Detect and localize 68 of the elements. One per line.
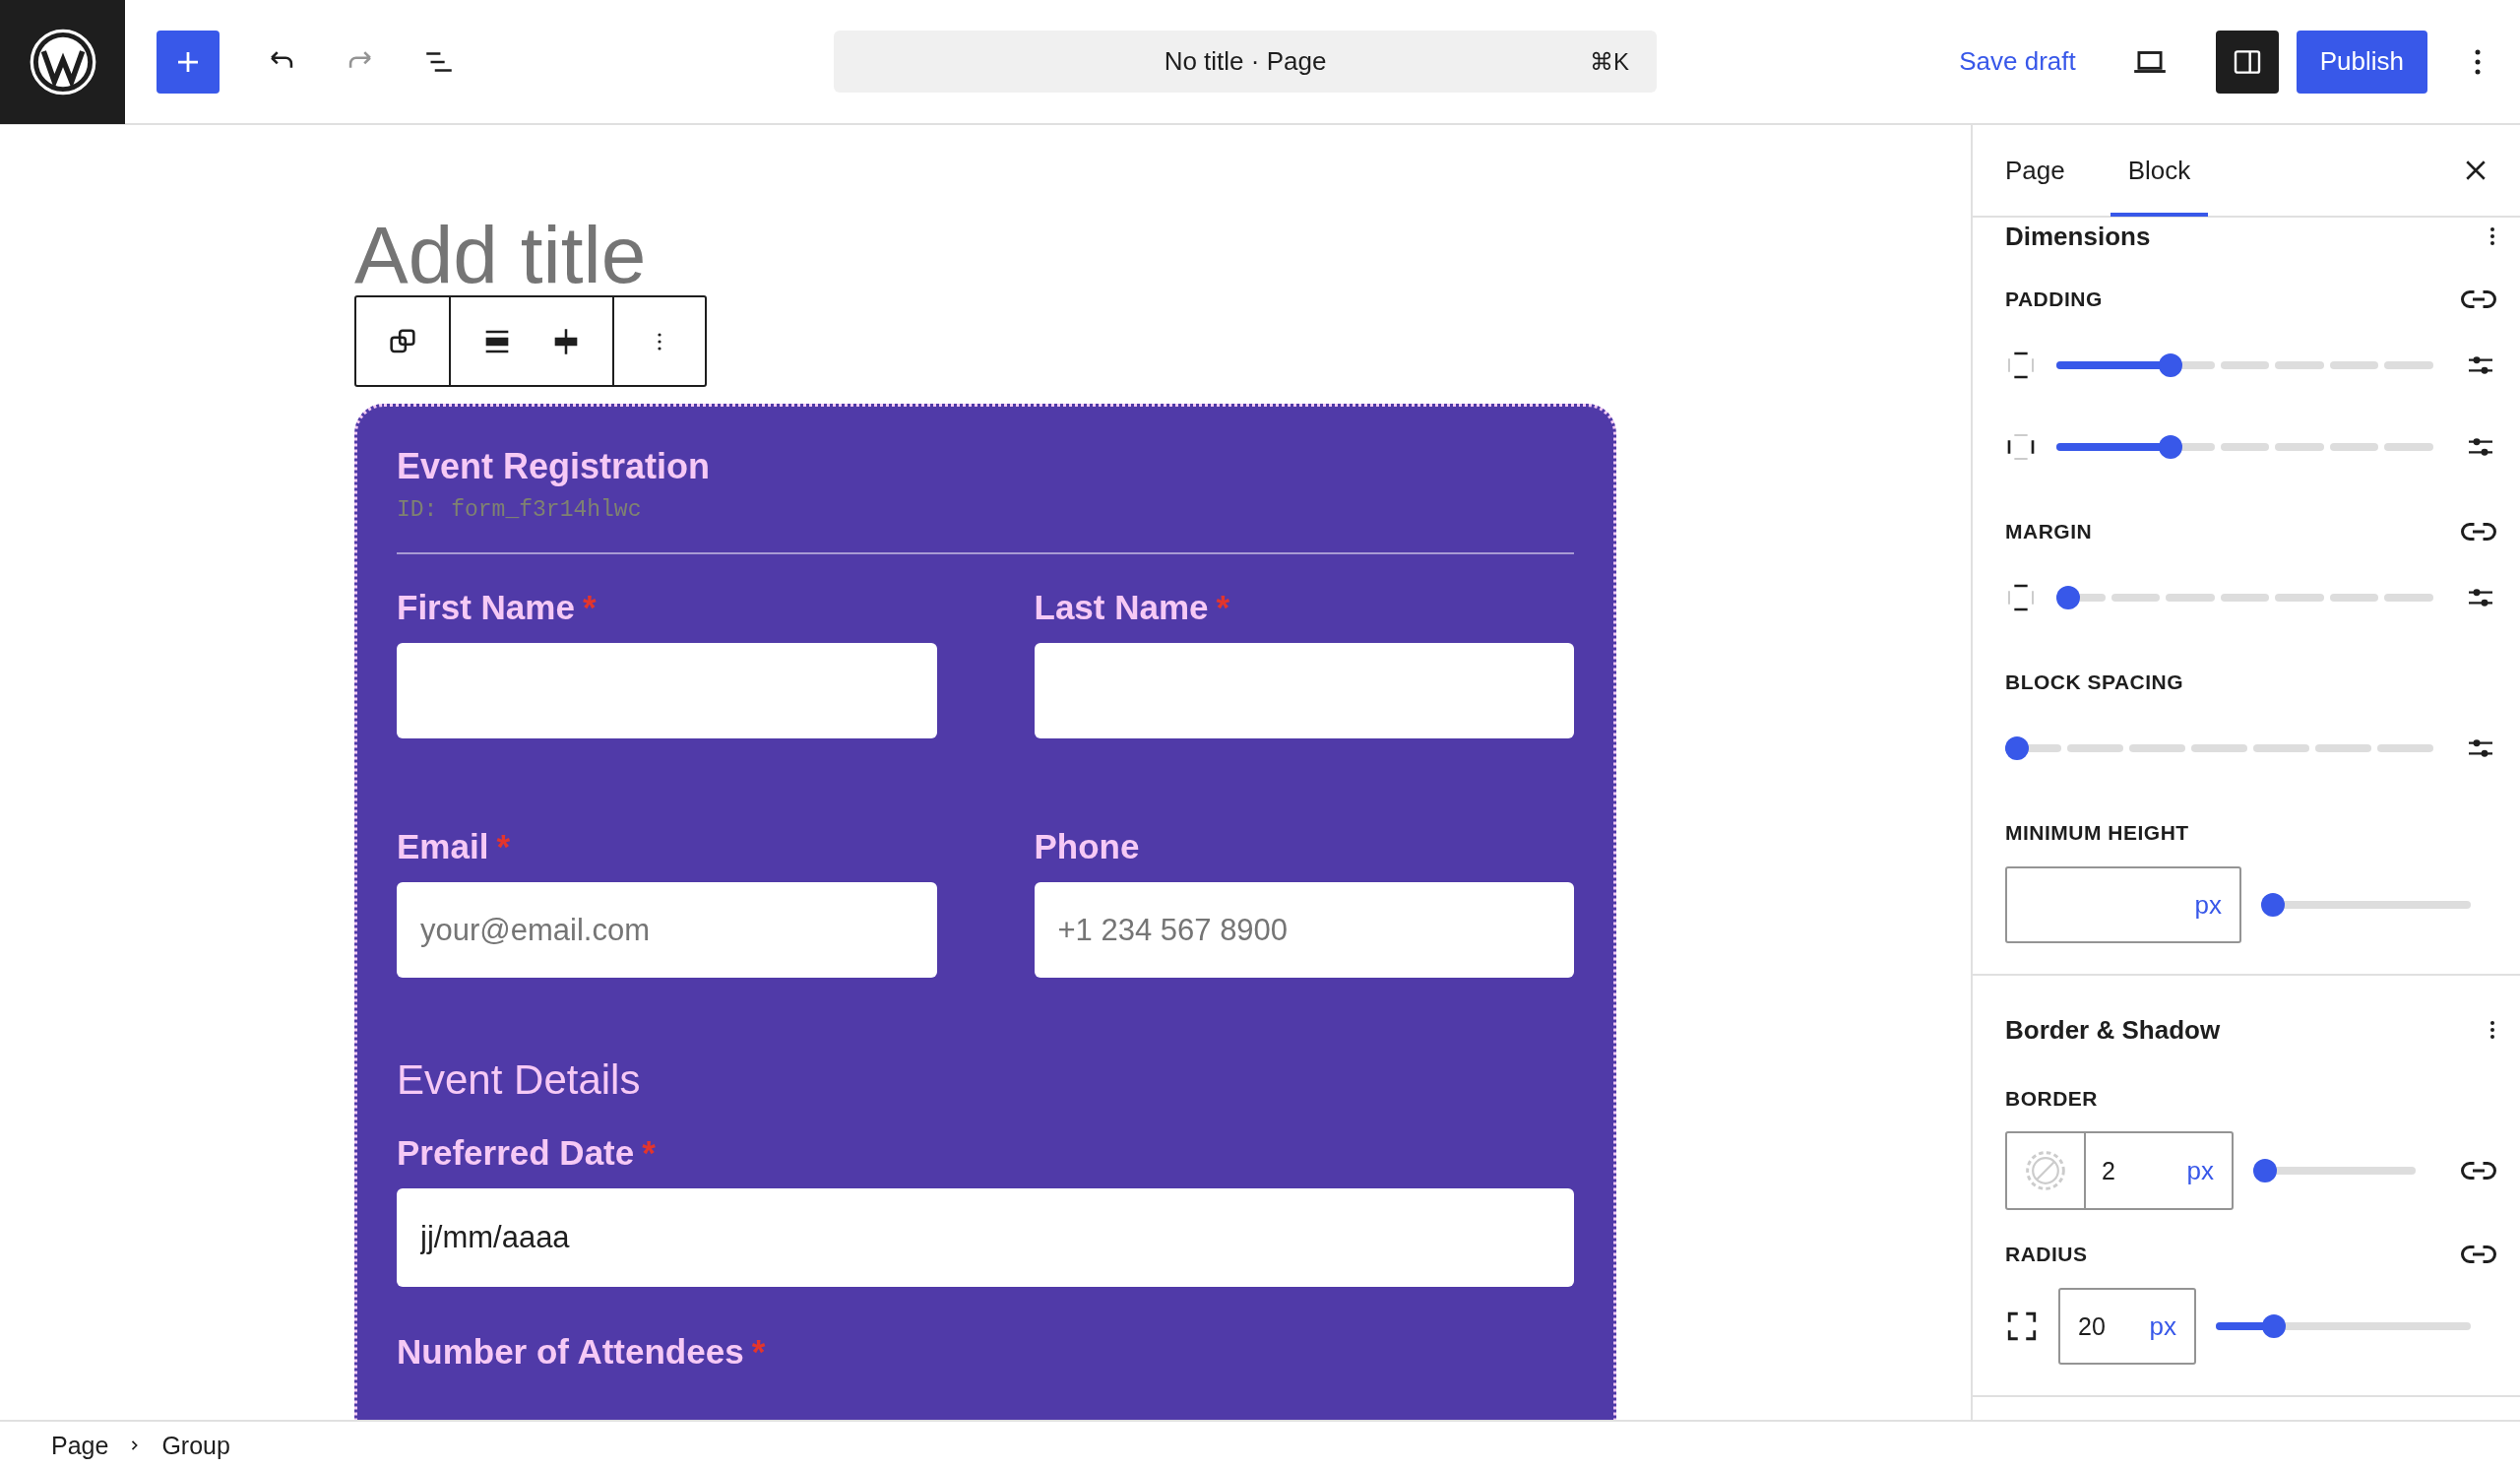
corners-icon	[2005, 1309, 2039, 1343]
breadcrumb-item[interactable]: Page	[51, 1431, 109, 1460]
control-label: MARGIN	[2005, 520, 2093, 543]
field-label: Last Name	[1034, 588, 1209, 627]
slider-thumb[interactable]	[2253, 1159, 2277, 1182]
slider-thumb[interactable]	[2159, 434, 2183, 459]
panel-title[interactable]: Border & Shadow	[2005, 1014, 2221, 1046]
input-field[interactable]: your@email.com	[397, 882, 937, 978]
form-id: ID: form_f3r14hlwc	[397, 497, 643, 523]
add-block-button[interactable]	[157, 30, 220, 94]
slider-track[interactable]	[2056, 352, 2433, 377]
sidebar-tab[interactable]: Block	[2110, 124, 2209, 217]
required-mark: *	[1216, 588, 1230, 627]
date-field[interactable]: jj/mm/aaaa	[397, 1188, 1574, 1287]
radius-value: 20	[2078, 1311, 2106, 1341]
shortcut-hint: ⌘K	[1590, 47, 1629, 76]
control-label: MINIMUM HEIGHT	[2005, 821, 2189, 845]
document-title: No title · Page	[1164, 46, 1327, 77]
slider-thumb[interactable]	[2056, 585, 2080, 609]
radius-input[interactable]: 20 px	[2058, 1288, 2196, 1365]
command-bar[interactable]: No title · Page ⌘K	[834, 31, 1657, 93]
sidebar-tab[interactable]: Page	[2005, 124, 2065, 217]
slider-track[interactable]	[2216, 1314, 2471, 1338]
border-width-value: 2	[2102, 1156, 2115, 1185]
field-label: Email	[397, 827, 489, 866]
unit-label: px	[2149, 1310, 2176, 1342]
slider-track[interactable]	[2253, 1159, 2416, 1182]
link-icon[interactable]	[2461, 1159, 2496, 1182]
input-field[interactable]	[1034, 643, 1574, 738]
required-mark: *	[496, 827, 510, 866]
required-mark: *	[751, 1332, 766, 1372]
link-icon[interactable]	[2461, 520, 2496, 543]
slider-track[interactable]	[2056, 585, 2433, 609]
field-label: Number of Attendees	[397, 1332, 744, 1372]
unit-label: px	[2194, 889, 2222, 921]
slider-track[interactable]	[2056, 434, 2433, 459]
control-label: BLOCK SPACING	[2005, 671, 2184, 694]
field-label: Phone	[1034, 827, 1140, 866]
wordpress-logo[interactable]	[0, 0, 125, 124]
breadcrumb-item[interactable]: Group	[161, 1431, 230, 1460]
control-label: RADIUS	[2005, 1243, 2088, 1266]
panel-title[interactable]: Dimensions	[2005, 221, 2151, 252]
slider-thumb[interactable]	[2005, 735, 2029, 760]
sidebar-toggle-button[interactable]	[2215, 30, 2279, 94]
publish-button[interactable]: Publish	[2296, 30, 2427, 94]
unit-label: px	[2186, 1155, 2214, 1186]
title-placeholder[interactable]: Add title	[354, 215, 647, 295]
field-label: Preferred Date	[397, 1133, 635, 1173]
required-mark: *	[582, 588, 597, 627]
slider-track[interactable]	[2261, 893, 2471, 917]
control-label: BORDER	[2005, 1087, 2098, 1111]
no-color-icon[interactable]	[2024, 1149, 2067, 1192]
input-field[interactable]	[397, 643, 937, 738]
save-draft-button[interactable]: Save draft	[1953, 45, 2082, 78]
link-icon[interactable]	[2461, 287, 2496, 311]
link-icon[interactable]	[2461, 1243, 2496, 1266]
input-field[interactable]: +1 234 567 8900	[1034, 882, 1574, 978]
slider-track[interactable]	[2005, 735, 2433, 760]
control-label: PADDING	[2005, 287, 2103, 311]
required-mark: *	[642, 1133, 656, 1173]
slider-thumb[interactable]	[2262, 1314, 2286, 1338]
form-title: Event Registration	[397, 446, 712, 487]
field-label: First Name	[397, 588, 575, 627]
height-input[interactable]: px	[2005, 866, 2241, 943]
slider-thumb[interactable]	[2159, 352, 2183, 377]
slider-thumb[interactable]	[2261, 893, 2285, 917]
section-heading: Event Details	[397, 1056, 642, 1104]
border-input[interactable]: 2 px	[2005, 1131, 2234, 1210]
